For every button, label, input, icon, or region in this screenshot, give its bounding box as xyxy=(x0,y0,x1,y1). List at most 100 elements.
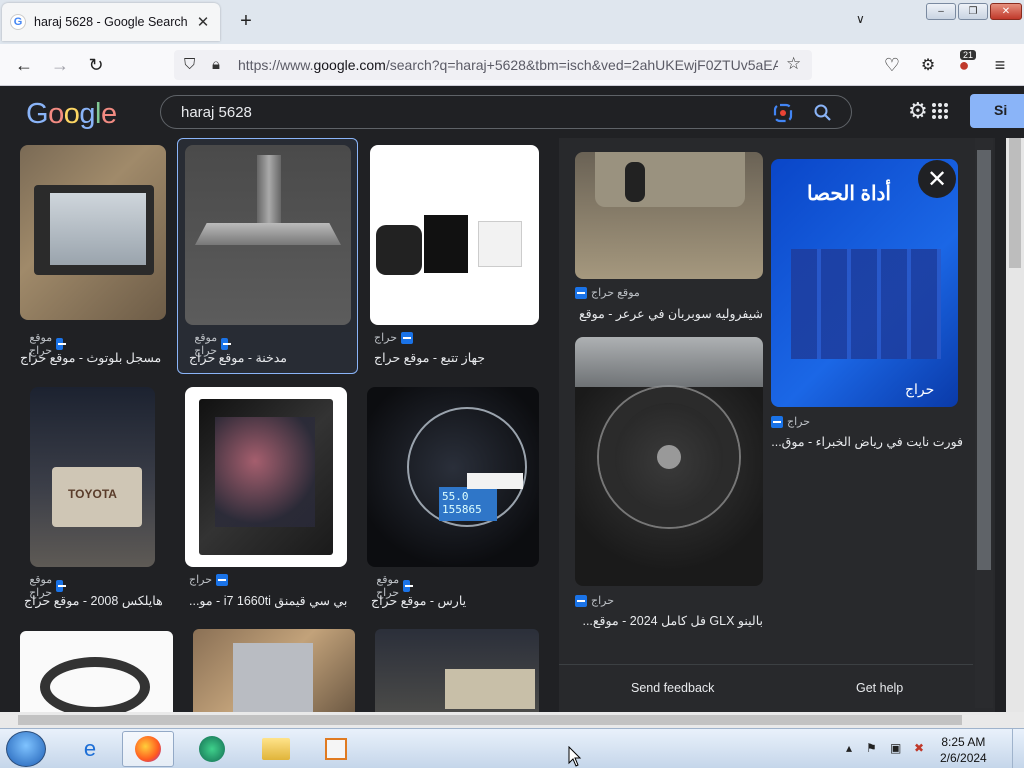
search-icon[interactable] xyxy=(813,103,833,123)
source-label: موقع حراج xyxy=(591,287,640,299)
reload-icon[interactable]: ↻ xyxy=(84,53,108,77)
result-image[interactable] xyxy=(375,629,539,712)
result-image[interactable] xyxy=(20,145,166,320)
haraj-favicon-icon xyxy=(56,338,66,350)
side-result-caption[interactable]: بالينو GLX فل كامل 2024 - موقع... xyxy=(575,613,763,628)
minimize-button[interactable]: ‒ xyxy=(926,3,956,20)
result-caption[interactable]: جهاز تتبع - موقع حراج xyxy=(374,350,534,365)
google-apps-icon[interactable] xyxy=(932,103,948,119)
result-source[interactable]: حراج xyxy=(374,331,414,344)
close-tab-icon[interactable]: ✕ xyxy=(194,13,212,31)
result-image[interactable]: TOYOTA xyxy=(30,387,155,567)
haraj-favicon-icon xyxy=(216,573,229,586)
clock-time: 8:25 AM xyxy=(941,735,986,749)
result-image[interactable] xyxy=(370,145,539,325)
start-button[interactable] xyxy=(6,731,46,767)
show-hidden-icons-icon[interactable]: ▴ xyxy=(846,741,852,755)
action-center-flag-icon[interactable]: ⚑ xyxy=(866,741,877,755)
haraj-favicon-icon xyxy=(401,331,414,344)
settings-gear-icon[interactable]: ⚙ xyxy=(908,98,928,124)
window-close-button[interactable]: ✕ xyxy=(990,3,1022,20)
page-scrollbar[interactable] xyxy=(1006,138,1024,712)
google-header: Google xyxy=(0,86,1024,138)
firefox-icon[interactable] xyxy=(122,731,174,767)
list-all-tabs-icon[interactable]: ∨ xyxy=(856,12,865,26)
close-panel-button[interactable]: ✕ xyxy=(918,160,956,198)
bookmark-star-icon[interactable]: ☆ xyxy=(786,54,801,74)
shield-icon[interactable]: ⛉ xyxy=(184,56,195,73)
system-clock[interactable]: 8:25 AM 2/6/2024 xyxy=(940,734,987,766)
result-image[interactable] xyxy=(185,145,351,325)
side-result-source[interactable]: حراج xyxy=(575,594,614,607)
result-image[interactable]: 55.0 155865 xyxy=(367,387,539,567)
horizontal-scrollbar[interactable] xyxy=(0,712,1024,728)
navigation-bar: ← → ↻ ⛉ 🔒︎ https://www.google.com/search… xyxy=(0,44,1024,86)
media-center-icon[interactable] xyxy=(186,731,238,767)
result-caption[interactable]: مسجل بلوتوث - موقع حراج xyxy=(20,350,166,365)
url-text[interactable]: https://www.google.com/search?q=haraj+56… xyxy=(238,57,778,73)
tab-bar: G haraj 5628 - Google Search ✕ + ∨ ‒ ❐ ✕ xyxy=(0,0,1024,44)
browser-tab[interactable]: G haraj 5628 - Google Search ✕ xyxy=(2,3,220,41)
side-result-caption[interactable]: فورت نايت في رياض الخبراء - موق... xyxy=(771,434,963,449)
result-image[interactable] xyxy=(20,631,173,712)
haraj-favicon-icon xyxy=(575,286,587,299)
side-result-caption[interactable]: شيفروليه سوبربان في عرعر - موقع ... xyxy=(575,306,763,321)
search-input[interactable] xyxy=(181,102,741,122)
google-lens-icon[interactable] xyxy=(773,103,793,123)
haraj-favicon-icon xyxy=(771,415,783,428)
lock-icon[interactable]: 🔒︎ xyxy=(212,56,220,73)
new-tab-button[interactable]: + xyxy=(236,10,256,32)
result-source[interactable]: حراج xyxy=(189,573,229,586)
result-image[interactable] xyxy=(193,629,355,712)
side-result-source[interactable]: حراج xyxy=(771,415,810,428)
source-label: حراج xyxy=(591,595,615,607)
haraj-favicon-icon xyxy=(221,338,231,350)
side-result-image[interactable] xyxy=(575,152,763,279)
extensions-icon[interactable]: ⚙ xyxy=(916,53,940,77)
file-explorer-icon[interactable] xyxy=(250,731,302,767)
panel-scrollbar[interactable] xyxy=(975,138,993,708)
page-scrollbar-thumb[interactable] xyxy=(1009,138,1021,268)
taskbar: e ▴ ⚑ ▣ ✖ 8:25 AM 2/6/2024 xyxy=(0,728,1024,768)
url-bar[interactable]: ⛉ 🔒︎ https://www.google.com/search?q=har… xyxy=(174,50,812,80)
back-icon[interactable]: ← xyxy=(12,53,36,77)
result-caption[interactable]: يارس - موقع حراج xyxy=(371,593,531,608)
speed-reading: 55.0 xyxy=(442,490,469,503)
network-icon[interactable]: ▣ xyxy=(890,741,901,755)
pocket-icon[interactable]: ♡ xyxy=(880,53,904,77)
result-caption[interactable]: هايلكس 2008 - موقع حراج xyxy=(24,593,164,608)
dashboard-display: 55.0 155865 xyxy=(439,487,497,521)
send-feedback-link[interactable]: Send feedback xyxy=(631,681,714,695)
mouse-cursor-icon xyxy=(568,746,582,767)
result-image[interactable] xyxy=(185,387,347,567)
source-label: حراج xyxy=(374,332,398,344)
result-caption[interactable]: بي سي قيمنق i7 1660ti - مو... xyxy=(189,593,349,608)
source-label: حراج xyxy=(189,574,213,586)
google-logo[interactable]: Google xyxy=(26,98,117,131)
side-result-source[interactable]: موقع حراج xyxy=(575,286,640,299)
extension-badge: 21 xyxy=(960,50,977,60)
search-box xyxy=(160,95,852,129)
menu-icon[interactable]: ≡ xyxy=(988,53,1012,77)
media-player-icon[interactable] xyxy=(310,731,362,767)
restore-button[interactable]: ❐ xyxy=(958,3,988,20)
horizontal-scrollbar-thumb[interactable] xyxy=(18,715,962,725)
screen: G haraj 5628 - Google Search ✕ + ∨ ‒ ❐ ✕… xyxy=(0,0,1024,768)
show-desktop-button[interactable] xyxy=(1012,729,1024,768)
haraj-favicon-icon xyxy=(56,580,66,592)
side-panel: موقع حراج شيفروليه سوبربان في عرعر - موق… xyxy=(559,138,995,712)
internet-explorer-icon[interactable]: e xyxy=(64,731,116,767)
google-favicon-icon: G xyxy=(10,14,26,30)
source-label: حراج xyxy=(787,416,811,428)
side-result-image[interactable] xyxy=(575,337,763,586)
result-caption[interactable]: مدخنة - موقع حراج xyxy=(189,350,349,365)
volume-muted-icon[interactable]: ✖ xyxy=(914,741,924,755)
image-results: موقع حراج مسجل بلوتوث - موقع حراج موقع ح… xyxy=(0,138,1024,712)
panel-scrollbar-thumb[interactable] xyxy=(977,150,991,570)
get-help-link[interactable]: Get help xyxy=(856,681,903,695)
toyota-text: TOYOTA xyxy=(68,487,117,501)
sign-in-button[interactable]: Si xyxy=(970,94,1024,128)
forward-icon[interactable]: → xyxy=(48,53,72,77)
tab-title: haraj 5628 - Google Search xyxy=(34,15,188,29)
haraj-watermark: حراج xyxy=(905,381,935,397)
